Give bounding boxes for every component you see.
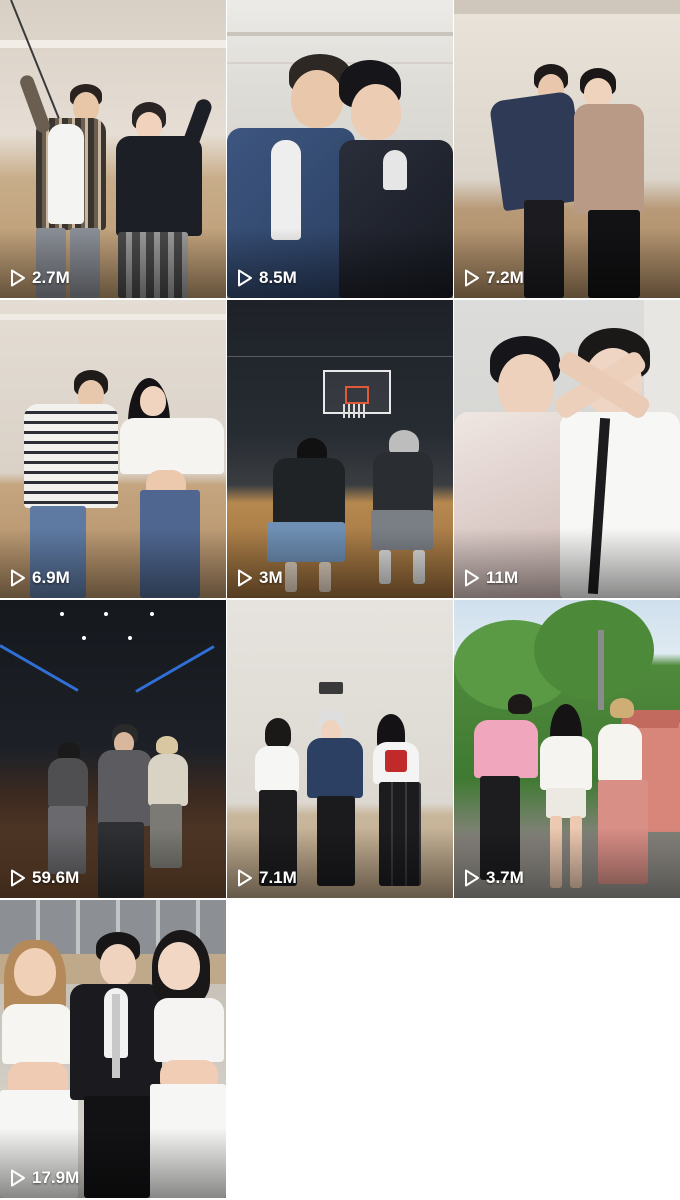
video-thumbnail[interactable]: 2.7M — [0, 0, 226, 298]
view-count: 8.5M — [237, 268, 297, 288]
view-count-label: 7.2M — [486, 268, 524, 287]
view-count: 59.6M — [10, 868, 79, 888]
view-count-label: 6.9M — [32, 568, 70, 587]
video-thumbnail[interactable]: 7.2M — [454, 0, 680, 298]
view-count-label: 3M — [259, 568, 283, 587]
view-count-label: 8.5M — [259, 268, 297, 287]
view-count-label: 2.7M — [32, 268, 70, 287]
view-count-label: 7.1M — [259, 868, 297, 887]
video-thumbnail[interactable]: 8.5M — [227, 0, 453, 298]
view-count: 17.9M — [10, 1168, 79, 1188]
view-count: 6.9M — [10, 568, 70, 588]
view-count-label: 17.9M — [32, 1168, 80, 1187]
video-thumbnail[interactable]: 7.1M — [227, 600, 453, 898]
view-count: 3M — [237, 568, 283, 588]
video-thumbnail[interactable]: 3M — [227, 300, 453, 598]
video-thumbnail[interactable]: 11M — [454, 300, 680, 598]
view-count: 11M — [464, 568, 518, 588]
view-count: 2.7M — [10, 268, 70, 288]
video-thumbnail[interactable]: 17.9M — [0, 900, 226, 1198]
play-icon — [11, 269, 25, 287]
play-icon — [465, 869, 479, 887]
video-thumbnail[interactable]: 3.7M — [454, 600, 680, 898]
play-icon — [238, 569, 252, 587]
view-count: 7.1M — [237, 868, 297, 888]
play-icon — [465, 569, 479, 587]
view-count-label: 11M — [486, 568, 519, 587]
video-thumbnail[interactable]: 6.9M — [0, 300, 226, 598]
view-count-label: 3.7M — [486, 868, 524, 887]
play-icon — [11, 869, 25, 887]
play-icon — [11, 569, 25, 587]
view-count: 3.7M — [464, 868, 524, 888]
view-count-label: 59.6M — [32, 868, 80, 887]
view-count: 7.2M — [464, 268, 524, 288]
play-icon — [238, 869, 252, 887]
play-icon — [465, 269, 479, 287]
play-icon — [11, 1169, 25, 1187]
video-thumbnail[interactable]: 59.6M — [0, 600, 226, 898]
play-icon — [238, 269, 252, 287]
video-grid: 2.7M 8.5M 7.2M 6.9M 3M 11M 59.6M 7.1M 3.… — [0, 0, 680, 1200]
